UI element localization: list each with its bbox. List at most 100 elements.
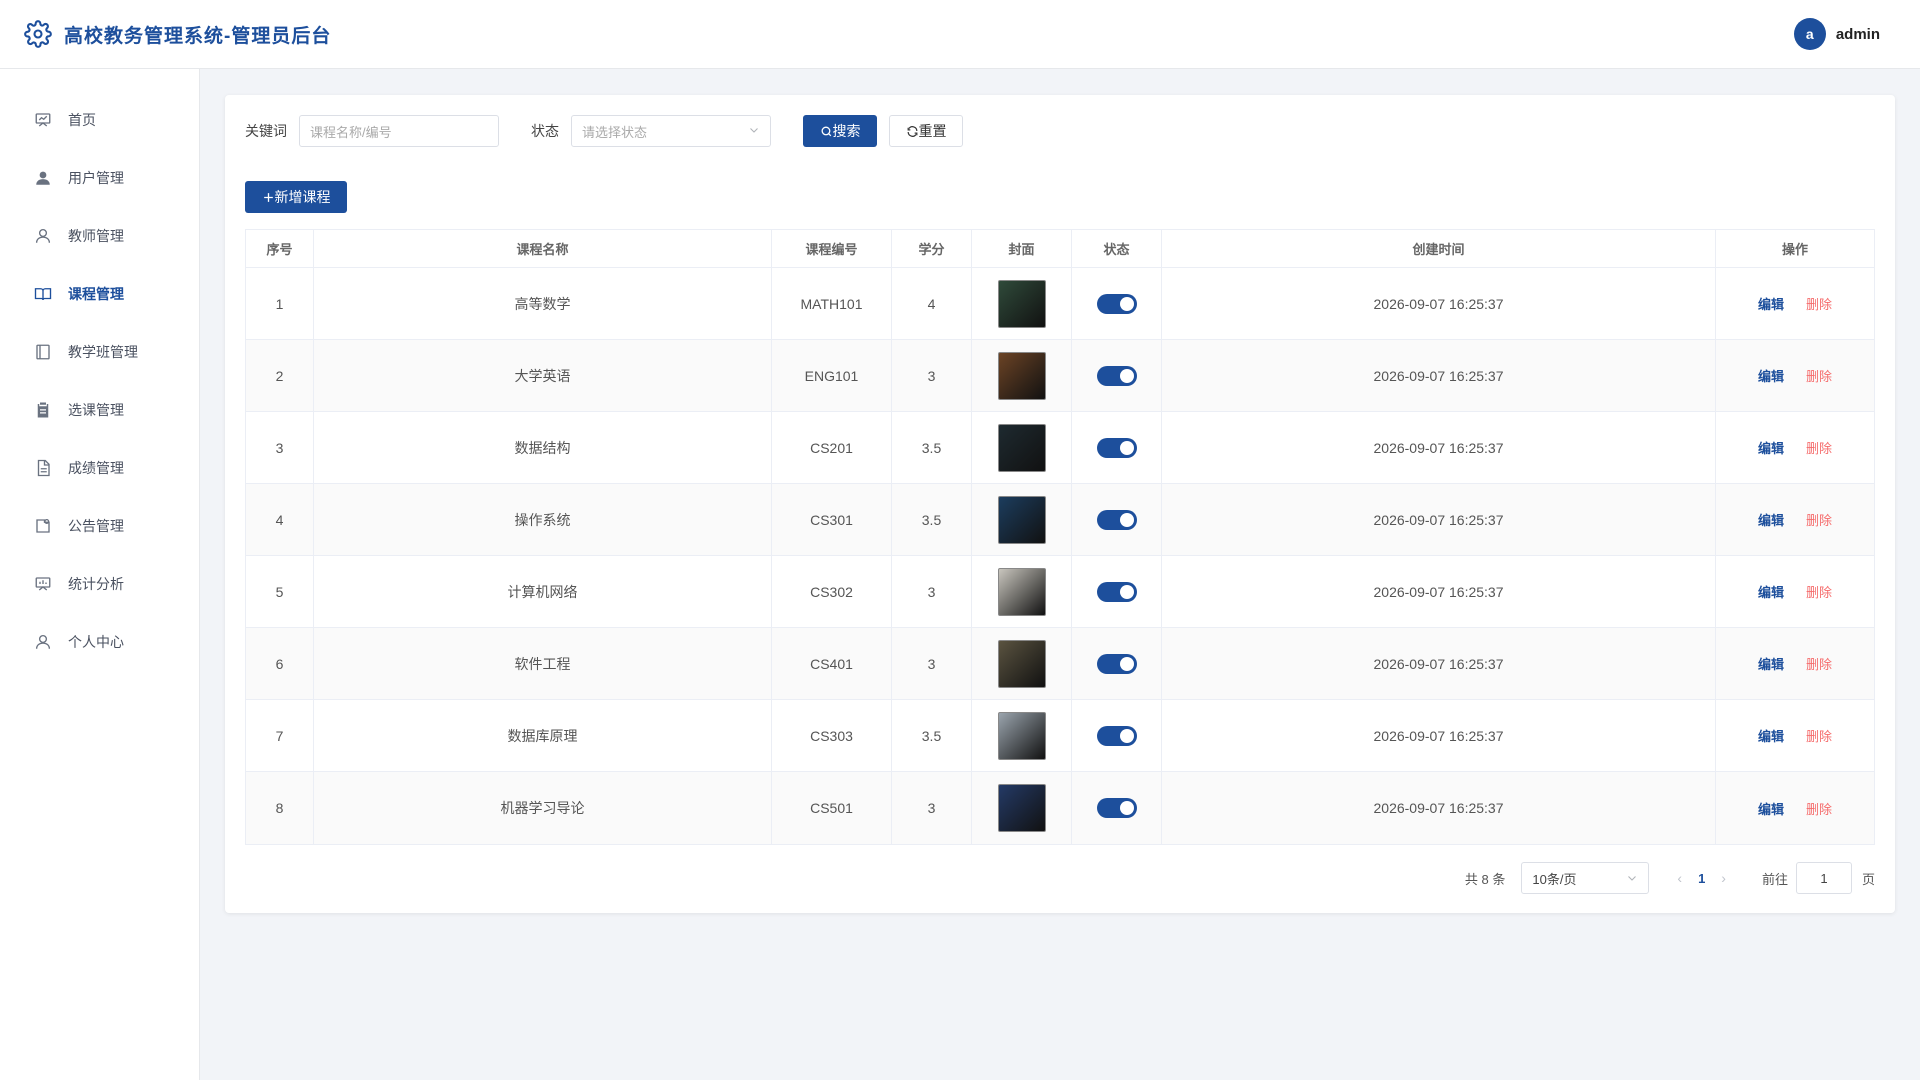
status-select[interactable]: 请选择状态	[571, 115, 771, 147]
column-header[interactable]: 课程名称	[314, 230, 772, 267]
course-cover-image[interactable]	[997, 279, 1046, 328]
search-button[interactable]: 搜索	[803, 115, 877, 147]
table-row: 2 大学英语 ENG101 3 2026-09-07 16:25:37 编辑 删除	[246, 340, 1874, 412]
sidebar-item-teachers[interactable]: 教师管理	[0, 207, 199, 265]
avatar[interactable]: a	[1793, 18, 1826, 50]
course-cover-image[interactable]	[997, 784, 1046, 832]
edit-button[interactable]: 编辑	[1758, 294, 1784, 313]
column-header[interactable]: 封面	[972, 230, 1072, 267]
search-button-label: 搜索	[832, 123, 861, 139]
table-row: 3 数据结构 CS201 3.5 2026-09-07 16:25:37 编辑 删除	[246, 412, 1874, 484]
row-index: 6	[246, 628, 314, 699]
created-time: 2026-09-07 16:25:37	[1162, 628, 1716, 699]
status-toggle[interactable]	[1096, 437, 1137, 458]
goto-label: 前往	[1761, 871, 1788, 887]
row-index: 3	[246, 412, 314, 483]
delete-button[interactable]: 删除	[1806, 582, 1832, 601]
edit-button[interactable]: 编辑	[1758, 366, 1784, 385]
created-time: 2026-09-07 16:25:37	[1162, 484, 1716, 555]
status-cell	[1072, 700, 1162, 771]
course-credits: 3	[892, 628, 972, 699]
sidebar-item-label: 选课管理	[68, 402, 124, 418]
clipboard-icon	[34, 401, 52, 419]
status-toggle[interactable]	[1096, 365, 1137, 386]
status-toggle[interactable]	[1096, 653, 1137, 674]
sidebar-item-statistics[interactable]: 统计分析	[0, 555, 199, 613]
edit-button[interactable]: 编辑	[1758, 582, 1784, 601]
column-header[interactable]: 学分	[892, 230, 972, 267]
delete-button[interactable]: 删除	[1806, 438, 1832, 457]
keyword-input[interactable]: 课程名称/编号	[299, 115, 499, 147]
sidebar-item-grades[interactable]: 成绩管理	[0, 439, 199, 497]
user-icon	[34, 169, 52, 187]
course-code: CS501	[772, 772, 892, 844]
column-header[interactable]: 序号	[246, 230, 314, 267]
column-header[interactable]: 操作	[1716, 230, 1874, 267]
sidebar: 首页 用户管理 教师管理 课程管理 教学班管理 选课管理 成绩管理 公告管理 统…	[0, 69, 200, 1080]
column-header[interactable]: 状态	[1072, 230, 1162, 267]
sidebar-item-classes[interactable]: 教学班管理	[0, 323, 199, 381]
status-cell	[1072, 556, 1162, 627]
edit-button[interactable]: 编辑	[1758, 510, 1784, 529]
created-time: 2026-09-07 16:25:37	[1162, 700, 1716, 771]
course-code: MATH101	[772, 268, 892, 339]
column-header[interactable]: 课程编号	[772, 230, 892, 267]
goto-page-input[interactable]: 1	[1795, 862, 1852, 894]
delete-button[interactable]: 删除	[1806, 654, 1832, 673]
current-page[interactable]: 1	[1698, 871, 1705, 886]
actions-cell: 编辑 删除	[1716, 268, 1874, 339]
sidebar-item-label: 教师管理	[68, 228, 124, 244]
prev-page-icon[interactable]: ‹	[1677, 870, 1682, 886]
row-index: 1	[246, 268, 314, 339]
status-cell	[1072, 340, 1162, 411]
delete-button[interactable]: 删除	[1806, 799, 1832, 818]
sidebar-item-users[interactable]: 用户管理	[0, 149, 199, 207]
add-course-button[interactable]: 新增课程	[245, 181, 347, 213]
course-credits: 3	[892, 556, 972, 627]
course-name: 软件工程	[314, 628, 772, 699]
table-row: 8 机器学习导论 CS501 3 2026-09-07 16:25:37 编辑 删除	[246, 772, 1874, 844]
course-cover-image[interactable]	[997, 495, 1046, 544]
course-cover-image[interactable]	[997, 423, 1046, 472]
chevron-down-icon	[748, 124, 760, 139]
table-row: 7 数据库原理 CS303 3.5 2026-09-07 16:25:37 编辑 删除	[246, 700, 1874, 772]
sidebar-item-label: 统计分析	[68, 576, 124, 592]
username[interactable]: admin	[1836, 26, 1880, 43]
created-time: 2026-09-07 16:25:37	[1162, 268, 1716, 339]
sidebar-item-courses[interactable]: 课程管理	[0, 265, 199, 323]
sidebar-item-enrollment[interactable]: 选课管理	[0, 381, 199, 439]
delete-button[interactable]: 删除	[1806, 294, 1832, 313]
delete-button[interactable]: 删除	[1806, 726, 1832, 745]
edit-button[interactable]: 编辑	[1758, 799, 1784, 818]
status-toggle[interactable]	[1096, 798, 1137, 818]
sidebar-item-home[interactable]: 首页	[0, 91, 199, 149]
row-index: 8	[246, 772, 314, 844]
course-cover-image[interactable]	[997, 567, 1046, 616]
row-index: 2	[246, 340, 314, 411]
edit-button[interactable]: 编辑	[1758, 654, 1784, 673]
course-name: 数据结构	[314, 412, 772, 483]
page-size-select[interactable]: 10条/页	[1521, 862, 1650, 894]
course-cover-image[interactable]	[997, 639, 1046, 688]
status-label: 状态	[531, 123, 559, 139]
edit-button[interactable]: 编辑	[1758, 438, 1784, 457]
actions-cell: 编辑 删除	[1716, 340, 1874, 411]
sidebar-item-profile[interactable]: 个人中心	[0, 613, 199, 671]
pagination: 共 8 条 10条/页 ‹ 1 › 前往 1 页	[1465, 862, 1875, 894]
sidebar-item-label: 用户管理	[68, 170, 124, 186]
course-cover-image[interactable]	[997, 711, 1046, 760]
status-toggle[interactable]	[1096, 293, 1137, 314]
created-time: 2026-09-07 16:25:37	[1162, 340, 1716, 411]
course-cover-image[interactable]	[997, 351, 1046, 400]
sidebar-item-announcements[interactable]: 公告管理	[0, 497, 199, 555]
delete-button[interactable]: 删除	[1806, 366, 1832, 385]
column-header[interactable]: 创建时间	[1162, 230, 1716, 267]
status-toggle[interactable]	[1096, 725, 1137, 746]
status-toggle[interactable]	[1096, 581, 1137, 602]
edit-button[interactable]: 编辑	[1758, 726, 1784, 745]
user-menu[interactable]: a admin	[1793, 18, 1880, 50]
next-page-icon[interactable]: ›	[1721, 870, 1726, 886]
status-toggle[interactable]	[1096, 509, 1137, 530]
delete-button[interactable]: 删除	[1806, 510, 1832, 529]
reset-button[interactable]: 重置	[889, 115, 963, 147]
